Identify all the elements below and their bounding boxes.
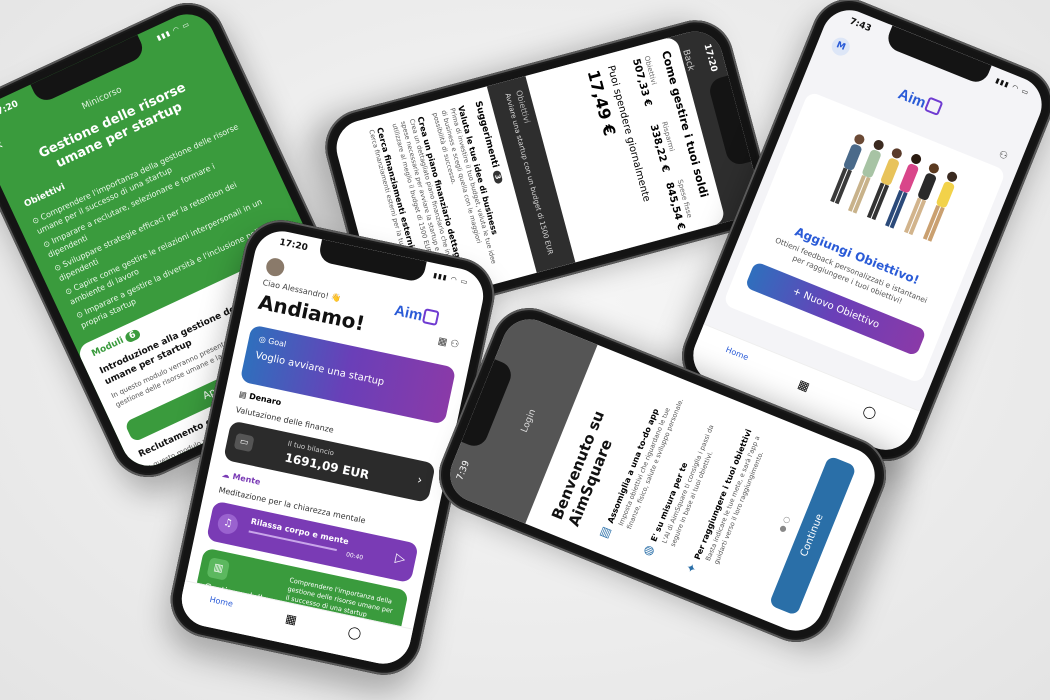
status-time: 17:20: [0, 99, 21, 121]
mind-label: ☁ Mente: [221, 469, 262, 487]
goal-label: ◎ Goal: [258, 334, 288, 350]
status-time: 7:39: [455, 459, 473, 482]
audio-time: 00:40: [345, 551, 364, 562]
wallet-icon: ▭: [233, 432, 255, 453]
features-list: ▤ Assomiglia a una to-do app Imposta obie…: [592, 384, 774, 582]
goal-label-text: Goal: [267, 336, 288, 350]
headphones-icon: ♫: [215, 512, 240, 536]
notch: [317, 239, 427, 284]
status-time: 17:20: [278, 237, 309, 254]
chat-icon[interactable]: ◯: [347, 624, 363, 640]
logo-square-icon: [421, 308, 440, 326]
chevron-right-icon: ›: [415, 472, 424, 488]
sparkle-icon: ✦: [683, 560, 701, 576]
nav-home[interactable]: Home: [724, 345, 749, 362]
signal-icon: ▮▮▮ ◠ ▭: [155, 19, 192, 43]
money-label-text: Denaro: [248, 391, 283, 408]
goal-text: Voglio avviare una startup: [254, 350, 386, 389]
signal-icon: ▮▮▮ ◠ ▭: [432, 271, 470, 287]
status-time: 17:20: [701, 42, 719, 74]
globe-icon: ◍: [639, 542, 657, 558]
suggestions-count-badge: 3: [492, 169, 504, 185]
login-link[interactable]: Login: [488, 330, 570, 513]
calendar-icon[interactable]: ▦: [284, 611, 298, 627]
aim-logo: Aim: [393, 302, 440, 328]
nav-home[interactable]: Home: [209, 595, 234, 609]
logo-text: Aim: [895, 85, 929, 112]
calendar-icon[interactable]: ▦: [796, 377, 812, 394]
grid-icon[interactable]: ▦ ⚇: [437, 336, 460, 351]
status-time: 7:43: [848, 16, 873, 35]
logo-text: Aim: [392, 302, 425, 325]
signal-icon: ▮▮▮ ◠ ▭: [994, 76, 1031, 98]
mockup-stage: 17:20 ▮▮▮ ◠ ▭ ‹ Minicorso Gestione delle …: [0, 0, 1050, 700]
mind-label-text: Mente: [231, 471, 262, 487]
money-label: ▤ Denaro: [238, 389, 283, 408]
notes-icon: ▤: [596, 524, 614, 541]
goal-card[interactable]: ◎ Goal Voglio avviare una startup: [239, 324, 457, 425]
people-icon[interactable]: ⚇: [997, 149, 1009, 163]
chat-icon[interactable]: ◯: [861, 403, 879, 421]
play-icon[interactable]: ▷: [394, 551, 407, 568]
avatar[interactable]: [264, 256, 286, 278]
modules-count-badge: 6: [124, 328, 142, 344]
chart-icon: ▥: [206, 557, 231, 581]
avatar[interactable]: M: [829, 34, 853, 59]
